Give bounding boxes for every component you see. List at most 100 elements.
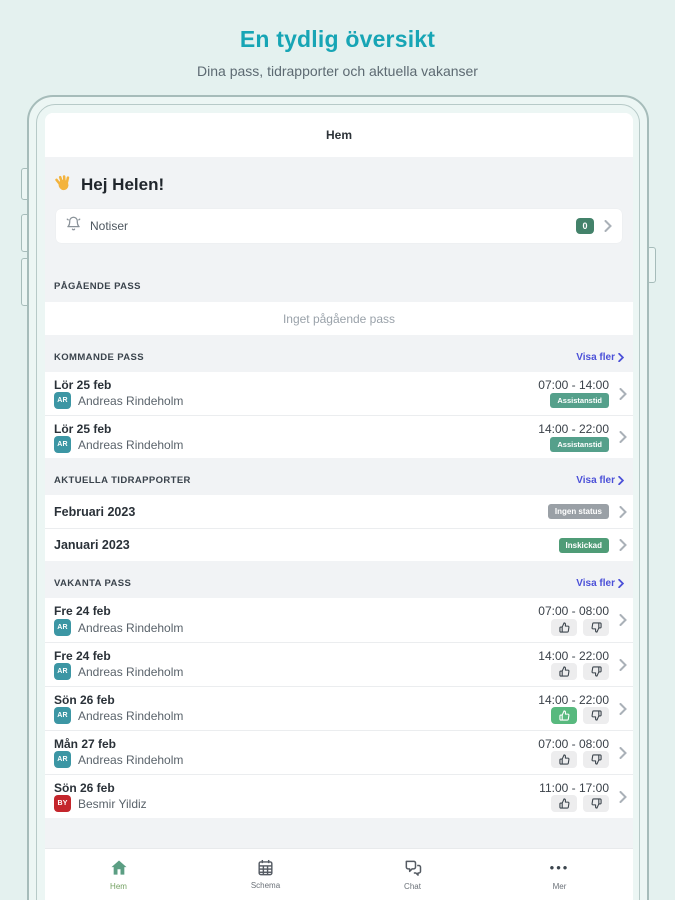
person-name: Andreas Rindeholm bbox=[78, 621, 183, 635]
calendar-icon bbox=[256, 858, 275, 877]
more-dots-icon: ••• bbox=[550, 858, 570, 878]
page-subtitle: Dina pass, tidrapporter och aktuella vak… bbox=[0, 63, 675, 79]
person-name: Andreas Rindeholm bbox=[78, 665, 183, 679]
show-more-label: Visa fler bbox=[576, 578, 615, 589]
report-month: Januari 2023 bbox=[54, 538, 559, 552]
timereports-show-more-link[interactable]: Visa fler bbox=[576, 475, 624, 486]
chevron-right-icon bbox=[618, 476, 624, 485]
tab-label: Schema bbox=[251, 881, 280, 890]
shift-time: 11:00 - 17:00 bbox=[539, 781, 609, 795]
person-name: Andreas Rindeholm bbox=[78, 709, 183, 723]
report-month: Februari 2023 bbox=[54, 505, 548, 519]
shift-date: Mån 27 feb bbox=[54, 737, 116, 751]
tab-home[interactable]: Hem bbox=[45, 849, 192, 900]
home-icon bbox=[109, 858, 129, 878]
show-more-label: Visa fler bbox=[576, 475, 615, 486]
thumbs-down-button[interactable] bbox=[583, 795, 609, 812]
vacant-shift-row[interactable]: Fre 24 feb 14:00 - 22:00 AR Andreas Rindeho… bbox=[45, 642, 633, 686]
person-name: Andreas Rindeholm bbox=[78, 394, 183, 408]
upcoming-show-more-link[interactable]: Visa fler bbox=[576, 352, 624, 363]
thumbs-up-button[interactable] bbox=[551, 751, 577, 768]
avatar: AR bbox=[54, 751, 71, 768]
greeting-section: Hej Helen! Notiser 0 PÅGÅENDE PASS bbox=[45, 157, 633, 302]
tab-label: Hem bbox=[110, 882, 127, 891]
report-status-badge: Inskickad bbox=[559, 538, 609, 553]
person-name: Andreas Rindeholm bbox=[78, 438, 183, 452]
tab-bar: Hem Schema Chat ••• Mer bbox=[45, 848, 633, 900]
chevron-right-icon bbox=[609, 422, 627, 452]
thumbs-up-button[interactable] bbox=[551, 707, 577, 724]
chevron-right-icon bbox=[618, 579, 624, 588]
chevron-right-icon bbox=[618, 353, 624, 362]
notifications-label: Notiser bbox=[90, 219, 576, 233]
app-navbar: Hem bbox=[45, 113, 633, 157]
thumbs-down-button[interactable] bbox=[583, 751, 609, 768]
upcoming-rows: Lör 25 feb 07:00 - 14:00 AR Andreas Rind… bbox=[45, 372, 633, 458]
tab-more[interactable]: ••• Mer bbox=[486, 849, 633, 900]
upcoming-shift-row[interactable]: Lör 25 feb 07:00 - 14:00 AR Andreas Rind… bbox=[45, 372, 633, 415]
upcoming-shift-row[interactable]: Lör 25 feb 14:00 - 22:00 AR Andreas Rind… bbox=[45, 415, 633, 458]
chevron-right-icon bbox=[609, 649, 627, 680]
upcoming-section-title: KOMMANDE PASS bbox=[54, 352, 144, 363]
thumbs-down-button[interactable] bbox=[583, 663, 609, 680]
chevron-right-icon bbox=[609, 539, 627, 551]
tablet-frame: Hem Hej Helen! bbox=[27, 95, 649, 900]
bottom-spacer bbox=[45, 818, 633, 848]
chevron-right-icon bbox=[609, 506, 627, 518]
chat-icon bbox=[403, 858, 423, 878]
tab-label: Mer bbox=[553, 882, 567, 891]
shift-time: 14:00 - 22:00 bbox=[538, 649, 609, 663]
thumbs-down-button[interactable] bbox=[583, 619, 609, 636]
thumbs-up-button[interactable] bbox=[551, 795, 577, 812]
page-title: En tydlig översikt bbox=[0, 26, 675, 53]
chevron-right-icon bbox=[609, 378, 627, 409]
vacant-shift-row[interactable]: Fre 24 feb 07:00 - 08:00 AR Andreas Rindeho… bbox=[45, 598, 633, 642]
avatar: AR bbox=[54, 707, 71, 724]
avatar: AR bbox=[54, 663, 71, 680]
shift-type-badge: Assistanstid bbox=[550, 393, 609, 408]
tablet-bezel: Hem Hej Helen! bbox=[36, 104, 640, 900]
vacant-shift-row[interactable]: Mån 27 feb07:00 - 08:00ARAndreas Rindeho… bbox=[45, 730, 633, 774]
vacant-shift-row[interactable]: Sön 26 feb11:00 - 17:00BYBesmir Yildiz bbox=[45, 774, 633, 818]
vacant-section-header: VAKANTA PASS Visa fler bbox=[45, 561, 633, 598]
shift-date: Lör 25 feb bbox=[54, 378, 111, 392]
shift-date: Sön 26 feb bbox=[54, 693, 115, 707]
thumbs-down-button[interactable] bbox=[583, 707, 609, 724]
avatar: AR bbox=[54, 619, 71, 636]
greeting-text: Hej Helen! bbox=[81, 175, 164, 195]
notifications-row[interactable]: Notiser 0 bbox=[56, 209, 622, 243]
notifications-count-badge: 0 bbox=[576, 218, 594, 234]
upcoming-section-header: KOMMANDE PASS Visa fler bbox=[45, 335, 633, 372]
timereport-row[interactable]: Januari 2023 Inskickad bbox=[45, 528, 633, 561]
waving-hand-icon bbox=[54, 173, 73, 197]
ongoing-empty-row: Inget pågående pass bbox=[45, 302, 633, 335]
chevron-right-icon bbox=[609, 781, 627, 812]
tab-label: Chat bbox=[404, 882, 421, 891]
chevron-right-icon bbox=[594, 220, 612, 232]
app-screen: Hem Hej Helen! bbox=[45, 113, 633, 900]
timereport-row[interactable]: Februari 2023 Ingen status bbox=[45, 495, 633, 528]
vacant-rows: Fre 24 feb 07:00 - 08:00 AR Andreas Rindeho… bbox=[45, 598, 633, 818]
shift-time: 07:00 - 08:00 bbox=[538, 604, 609, 618]
shift-date: Fre 24 feb bbox=[54, 604, 111, 618]
bell-icon bbox=[66, 216, 81, 236]
timereport-rows: Februari 2023 Ingen status Januari 2023 … bbox=[45, 495, 633, 561]
tab-schedule[interactable]: Schema bbox=[192, 849, 339, 900]
vacant-shift-row[interactable]: Sön 26 feb 14:00 - 22:00 AR Andreas Rindeho… bbox=[45, 686, 633, 730]
person-name: Besmir Yildiz bbox=[78, 797, 147, 811]
tab-chat[interactable]: Chat bbox=[339, 849, 486, 900]
thumbs-up-button[interactable] bbox=[551, 663, 577, 680]
shift-date: Fre 24 feb bbox=[54, 649, 111, 663]
thumbs-up-button[interactable] bbox=[551, 619, 577, 636]
chevron-right-icon bbox=[609, 737, 627, 768]
shift-time: 14:00 - 22:00 bbox=[538, 693, 609, 707]
chevron-right-icon bbox=[609, 604, 627, 636]
greeting-row: Hej Helen! bbox=[45, 173, 633, 197]
timereports-section-title: AKTUELLA TIDRAPPORTER bbox=[54, 475, 191, 486]
shift-time: 07:00 - 08:00 bbox=[538, 737, 609, 751]
avatar: AR bbox=[54, 436, 71, 453]
vacant-show-more-link[interactable]: Visa fler bbox=[576, 578, 624, 589]
shift-date: Lör 25 feb bbox=[54, 422, 111, 436]
report-status-badge: Ingen status bbox=[548, 504, 609, 519]
ongoing-section-header: PÅGÅENDE PASS bbox=[45, 281, 633, 302]
